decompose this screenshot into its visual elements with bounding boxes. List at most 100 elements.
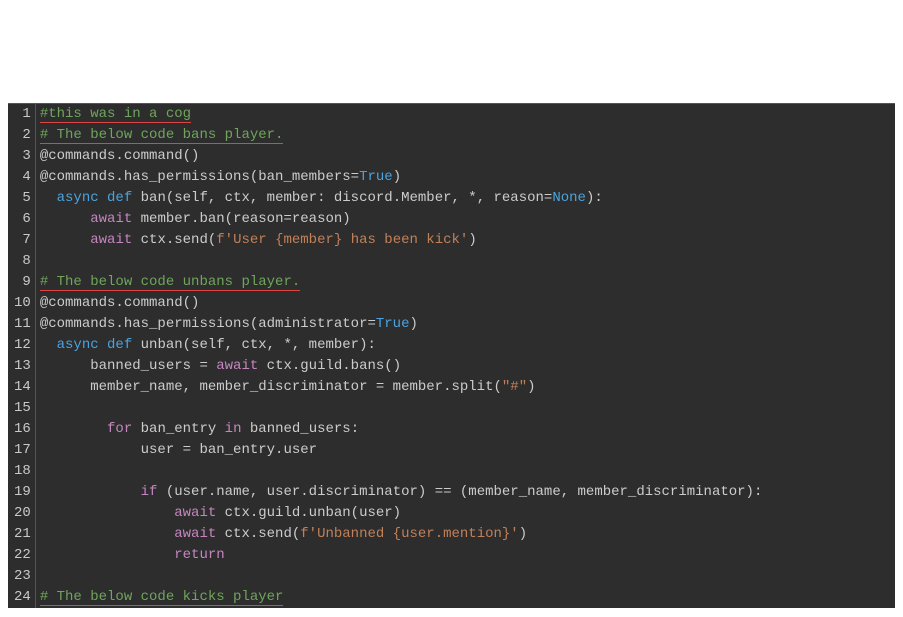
code-line[interactable] xyxy=(36,566,895,587)
code-token xyxy=(40,211,90,227)
code-line[interactable]: await ctx.guild.unban(user) xyxy=(36,503,895,524)
code-line[interactable]: banned_users = await ctx.guild.bans() xyxy=(36,356,895,377)
code-token: await xyxy=(90,232,132,248)
line-number: 17 xyxy=(8,440,35,461)
code-token xyxy=(40,526,174,542)
line-number: 14 xyxy=(8,377,35,398)
top-whitespace xyxy=(0,0,903,103)
code-token: return xyxy=(174,547,224,563)
line-number: 21 xyxy=(8,524,35,545)
code-token: ban(self, ctx, member: discord.Member, *… xyxy=(132,190,552,206)
code-editor[interactable]: 123456789101112131415161718192021222324 … xyxy=(8,103,895,608)
code-line[interactable]: @commands.has_permissions(ban_members=Tr… xyxy=(36,167,895,188)
code-token: for xyxy=(107,421,132,437)
code-line[interactable]: async def unban(self, ctx, *, member): xyxy=(36,335,895,356)
line-number: 12 xyxy=(8,335,35,356)
code-token: ) xyxy=(393,169,401,185)
code-line[interactable]: @commands.has_permissions(administrator=… xyxy=(36,314,895,335)
code-token: @commands.has_permissions(ban_members= xyxy=(40,169,359,185)
line-number: 5 xyxy=(8,188,35,209)
code-token xyxy=(40,337,57,353)
line-number: 2 xyxy=(8,125,35,146)
code-token: ctx.guild.bans() xyxy=(258,358,401,374)
code-token: async def xyxy=(57,337,133,353)
code-token: ): xyxy=(586,190,603,206)
code-area[interactable]: #this was in a cog # The below code bans … xyxy=(36,104,895,608)
code-token: ctx.guild.unban(user) xyxy=(216,505,401,521)
code-line[interactable] xyxy=(36,398,895,419)
code-line[interactable]: #this was in a cog xyxy=(36,104,895,125)
line-number: 6 xyxy=(8,209,35,230)
code-token: member_name, member_discriminator = memb… xyxy=(40,379,502,395)
code-token xyxy=(40,190,57,206)
code-line[interactable]: for ban_entry in banned_users: xyxy=(36,419,895,440)
code-line[interactable]: # The below code kicks player xyxy=(36,587,895,608)
code-line[interactable]: await ctx.send(f'User {member} has been … xyxy=(36,230,895,251)
code-token: banned_users = xyxy=(40,358,216,374)
code-line[interactable] xyxy=(36,251,895,272)
line-number: 19 xyxy=(8,482,35,503)
code-line[interactable]: # The below code bans player. xyxy=(36,125,895,146)
code-token: @commands.has_permissions(administrator= xyxy=(40,316,376,332)
code-token: True xyxy=(376,316,410,332)
code-token: @commands.command() xyxy=(40,295,200,311)
line-number: 4 xyxy=(8,167,35,188)
code-token: None xyxy=(552,190,586,206)
code-token: ctx.send( xyxy=(216,526,300,542)
line-number: 20 xyxy=(8,503,35,524)
code-token: await xyxy=(174,505,216,521)
code-token: await xyxy=(174,526,216,542)
code-token: True xyxy=(359,169,393,185)
code-token: await xyxy=(90,211,132,227)
code-line[interactable]: if (user.name, user.discriminator) == (m… xyxy=(36,482,895,503)
code-token: in xyxy=(225,421,242,437)
code-token xyxy=(40,484,141,500)
code-line[interactable] xyxy=(36,461,895,482)
code-token: # The below code unbans player. xyxy=(40,274,300,291)
code-line[interactable]: @commands.command() xyxy=(36,293,895,314)
line-number: 3 xyxy=(8,146,35,167)
code-line[interactable]: return xyxy=(36,545,895,566)
code-token: # The below code bans player. xyxy=(40,127,284,144)
line-number: 22 xyxy=(8,545,35,566)
code-token: ) xyxy=(468,232,476,248)
code-line[interactable]: user = ban_entry.user xyxy=(36,440,895,461)
code-line[interactable]: member_name, member_discriminator = memb… xyxy=(36,377,895,398)
line-number: 18 xyxy=(8,461,35,482)
code-token: ) xyxy=(409,316,417,332)
code-token: # The below code kicks player xyxy=(40,589,284,606)
line-number: 16 xyxy=(8,419,35,440)
code-line[interactable]: await ctx.send(f'Unbanned {user.mention}… xyxy=(36,524,895,545)
code-token xyxy=(40,421,107,437)
code-line[interactable]: await member.ban(reason=reason) xyxy=(36,209,895,230)
line-number: 13 xyxy=(8,356,35,377)
code-token: if xyxy=(141,484,158,500)
code-line[interactable]: @commands.command() xyxy=(36,146,895,167)
code-token: f'User {member} has been kick' xyxy=(216,232,468,248)
line-number: 11 xyxy=(8,314,35,335)
code-line[interactable]: # The below code unbans player. xyxy=(36,272,895,293)
code-token: f'Unbanned {user.mention}' xyxy=(300,526,518,542)
code-token: banned_users: xyxy=(241,421,359,437)
line-number: 1 xyxy=(8,104,35,125)
line-number: 8 xyxy=(8,251,35,272)
line-number: 9 xyxy=(8,272,35,293)
code-token xyxy=(40,505,174,521)
line-number: 23 xyxy=(8,566,35,587)
code-token: @commands.command() xyxy=(40,148,200,164)
code-line[interactable]: async def ban(self, ctx, member: discord… xyxy=(36,188,895,209)
code-token: await xyxy=(216,358,258,374)
line-number: 15 xyxy=(8,398,35,419)
code-token: ban_entry xyxy=(132,421,224,437)
code-token: user = ban_entry.user xyxy=(40,442,317,458)
code-token: ) xyxy=(527,379,535,395)
line-number: 7 xyxy=(8,230,35,251)
code-token: "#" xyxy=(502,379,527,395)
code-token xyxy=(40,232,90,248)
code-token xyxy=(40,547,174,563)
code-token: #this was in a cog xyxy=(40,106,191,123)
line-number: 24 xyxy=(8,587,35,608)
code-token: (user.name, user.discriminator) == (memb… xyxy=(157,484,762,500)
code-token: unban(self, ctx, *, member): xyxy=(132,337,376,353)
code-token: async def xyxy=(57,190,133,206)
